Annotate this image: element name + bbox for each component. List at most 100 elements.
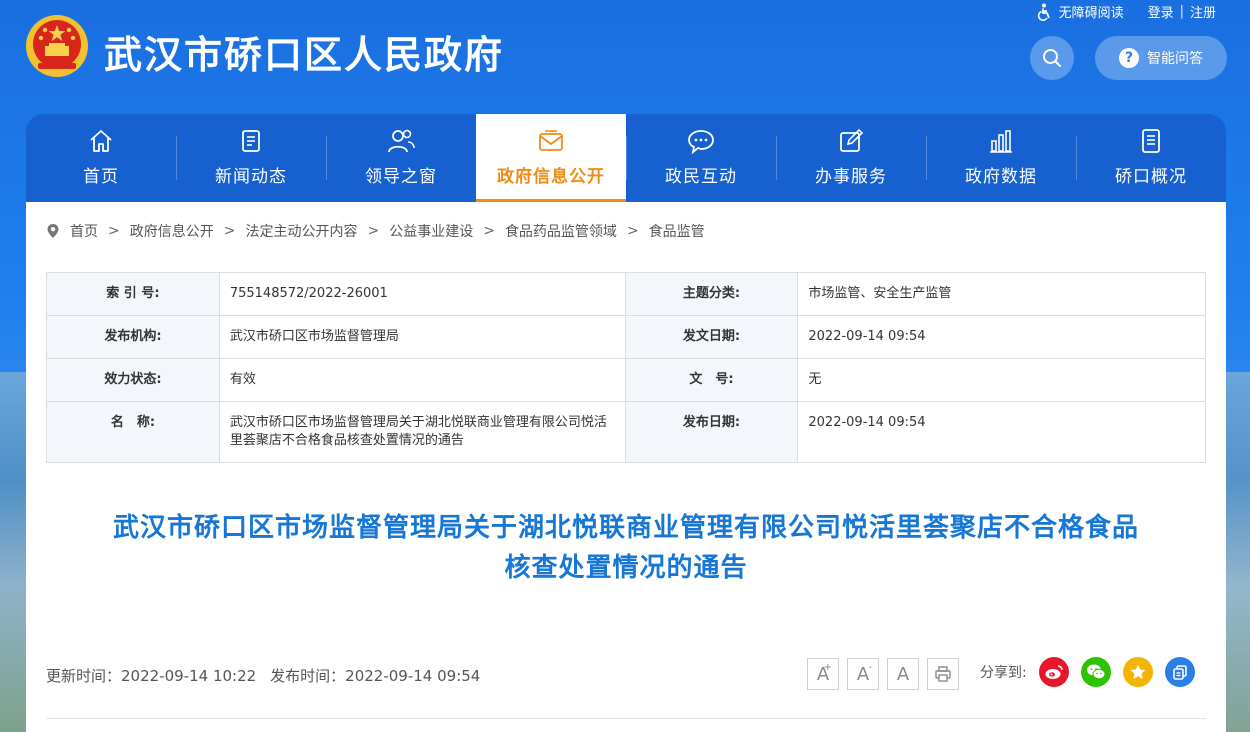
issue-date-label: 发文日期:: [624, 315, 799, 359]
org-value: 武汉市硚口区市场监督管理局: [218, 315, 626, 359]
name-value: 武汉市硚口区市场监督管理局关于湖北悦联商业管理有限公司悦活里荟聚店不合格食品核查…: [218, 401, 626, 463]
table-row: 名 称: 武汉市硚口区市场监督管理局关于湖北悦联商业管理有限公司悦活里荟聚店不合…: [46, 401, 1206, 463]
content-panel: 首页 > 政府信息公开 > 法定主动公开内容 > 公益事业建设 > 食品药品监管…: [26, 202, 1226, 732]
nav-item-interaction[interactable]: 政民互动: [626, 114, 776, 202]
share-bar: 分享到:: [980, 657, 1195, 687]
nav-item-leaders[interactable]: 领导之窗: [326, 114, 476, 202]
accessibility-icon: [1037, 3, 1050, 21]
share-label: 分享到:: [980, 665, 1027, 681]
site-title[interactable]: 武汉市硚口区人民政府: [104, 24, 504, 79]
breadcrumb-food-supervision[interactable]: 食品监管: [649, 221, 705, 241]
breadcrumb-separator: >: [223, 223, 236, 239]
nav-item-home[interactable]: 首页: [26, 114, 176, 202]
weibo-share-button[interactable]: [1038, 657, 1069, 687]
nav-item-gov-data[interactable]: 政府数据: [926, 114, 1076, 202]
article-title: 武汉市硚口区市场监督管理局关于湖北悦联商业管理有限公司悦活里荟聚店不合格食品 核…: [46, 508, 1206, 588]
updated-time: 更新时间：2022-09-14 10:22: [46, 667, 257, 685]
nav-item-gov-info-disclosure[interactable]: 政府信息公开: [476, 114, 626, 202]
font-smaller-button[interactable]: A-: [847, 658, 879, 690]
breadcrumb-separator: >: [483, 223, 495, 239]
edit-icon: [837, 126, 865, 156]
font-default-button[interactable]: A: [887, 658, 919, 690]
breadcrumb-separator: >: [108, 223, 120, 239]
list-icon: [1137, 126, 1165, 156]
article-meta: 更新时间：2022-09-14 10:22 发布时间：2022-09-14 09…: [46, 665, 480, 686]
chat-icon: [686, 126, 716, 156]
nav-item-label: 政府信息公开: [497, 167, 605, 187]
smart-qa-label: 智能问答: [1147, 51, 1203, 67]
nav-item-label: 政民互动: [665, 167, 737, 187]
nav-item-news[interactable]: 新闻动态: [176, 114, 326, 202]
font-size-tools: A + A- A: [807, 658, 959, 690]
published-time: 发布时间：2022-09-14 09:54: [270, 667, 481, 685]
org-label: 发布机构:: [46, 315, 220, 359]
index-label: 索 引 号:: [46, 272, 220, 316]
top-utility-bar: 无障碍阅读 登录 | 注册: [1037, 2, 1216, 21]
mail-icon: [536, 126, 566, 156]
breadcrumb-home[interactable]: 首页: [70, 221, 98, 241]
search-button[interactable]: [1030, 36, 1074, 80]
status-value: 有效: [218, 358, 626, 402]
content-divider: [46, 718, 1206, 719]
docno-value: 无: [797, 358, 1206, 402]
nav-item-label: 政府数据: [965, 167, 1037, 187]
publish-date-label: 发布日期:: [624, 401, 799, 463]
breadcrumb: 首页 > 政府信息公开 > 法定主动公开内容 > 公益事业建设 > 食品药品监管…: [46, 221, 705, 241]
table-row: 发布机构: 武汉市硚口区市场监督管理局 发文日期: 2022-09-14 09:…: [46, 315, 1206, 359]
wechat-icon: [1086, 664, 1106, 680]
question-icon: ?: [1119, 48, 1139, 68]
print-icon: [935, 666, 951, 682]
search-icon: [1043, 49, 1061, 67]
wechat-share-button[interactable]: [1080, 657, 1111, 687]
breadcrumb-separator: >: [626, 223, 639, 239]
breadcrumb-statutory[interactable]: 法定主动公开内容: [245, 221, 357, 241]
font-smaller-sup: -: [868, 662, 872, 673]
font-larger-sup: +: [823, 662, 832, 673]
national-emblem-logo[interactable]: [24, 13, 90, 79]
nav-item-district-overview[interactable]: 硚口概况: [1076, 114, 1226, 202]
publish-date-value: 2022-09-14 09:54: [797, 401, 1206, 463]
star-icon: [1130, 664, 1146, 679]
people-icon: [386, 126, 416, 156]
font-default-label: A: [896, 663, 910, 685]
home-icon: [87, 126, 115, 156]
main-navigation: 首页 新闻动态 领导之窗 政府信息公开 政民互动 办事服务 政府数据 硚口概况: [26, 114, 1226, 202]
breadcrumb-gov-info[interactable]: 政府信息公开: [130, 221, 214, 241]
article-title-line2: 核查处置情况的通告: [504, 553, 748, 583]
nav-item-label: 首页: [83, 167, 119, 187]
register-link[interactable]: 注册: [1190, 2, 1216, 21]
document-info-table: 索 引 号: 755148572/2022-26001 主题分类: 市场监管、安…: [46, 272, 1206, 463]
issue-date-value: 2022-09-14 09:54: [797, 315, 1206, 359]
font-smaller-label: A: [856, 663, 870, 685]
copy-icon: [1172, 665, 1187, 680]
font-larger-button[interactable]: A +: [807, 658, 839, 690]
nav-item-label: 新闻动态: [215, 167, 287, 187]
bar-chart-icon: [987, 126, 1015, 156]
accessibility-link[interactable]: 无障碍阅读: [1037, 2, 1124, 21]
weibo-icon: [1045, 665, 1063, 679]
breadcrumb-public-welfare[interactable]: 公益事业建设: [389, 221, 473, 241]
smart-qa-button[interactable]: ? 智能问答: [1095, 36, 1227, 80]
breadcrumb-separator: >: [367, 223, 380, 239]
document-icon: [237, 126, 265, 156]
docno-label: 文 号:: [624, 358, 799, 402]
article-title-line1: 武汉市硚口区市场监督管理局关于湖北悦联商业管理有限公司悦活里荟聚店不合格食品: [112, 513, 1139, 543]
more-share-button[interactable]: [1164, 657, 1195, 687]
topic-value: 市场监管、安全生产监管: [797, 272, 1206, 316]
top-separator: |: [1179, 4, 1184, 19]
nav-item-services[interactable]: 办事服务: [776, 114, 926, 202]
breadcrumb-food-drug[interactable]: 食品药品监管领域: [505, 221, 617, 241]
login-link[interactable]: 登录: [1148, 2, 1174, 21]
name-label: 名 称:: [46, 401, 220, 463]
location-pin-icon: [47, 224, 59, 238]
qzone-share-button[interactable]: [1122, 657, 1153, 687]
accessibility-label: 无障碍阅读: [1058, 6, 1124, 21]
nav-item-label: 办事服务: [815, 167, 887, 187]
nav-item-label: 领导之窗: [365, 167, 437, 187]
status-label: 效力状态:: [46, 358, 220, 402]
print-button[interactable]: [927, 658, 959, 690]
index-value: 755148572/2022-26001: [218, 272, 626, 316]
table-row: 效力状态: 有效 文 号: 无: [46, 358, 1206, 402]
table-row: 索 引 号: 755148572/2022-26001 主题分类: 市场监管、安…: [46, 272, 1206, 316]
nav-item-label: 硚口概况: [1115, 167, 1187, 187]
